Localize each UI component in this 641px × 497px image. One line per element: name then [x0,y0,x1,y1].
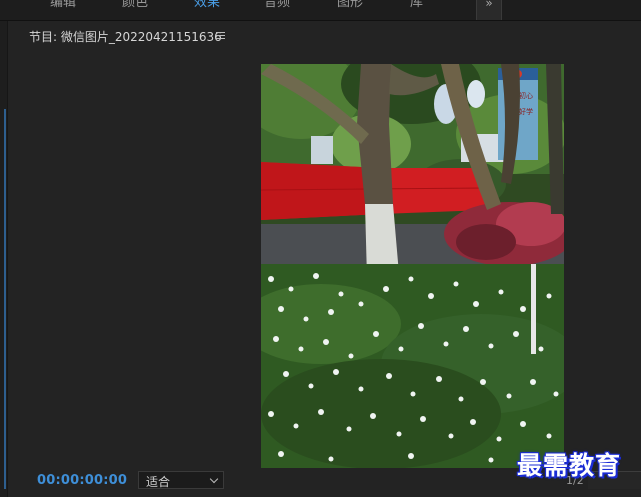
panel-menu-icon[interactable] [216,32,225,40]
panel-title[interactable]: 节目: 微信图片_20220421151636 [29,28,222,45]
workspace-tab-audio[interactable]: 音频 [264,0,290,10]
playhead-timecode[interactable]: 00:00:00:00 [37,473,127,488]
workspace-tab-libraries[interactable]: 库 [410,0,423,10]
program-monitor-panel: 节目: 微信图片_20220421151636 00:00:00:00 适合 1… [8,21,641,497]
workspace-tab-color[interactable]: 颜色 [122,0,148,10]
panel-header: 节目: 微信图片_20220421151636 [8,21,641,51]
program-viewer[interactable]: 不忘初心 敬需好学 [16,51,641,468]
premiere-window: 编辑 颜色 效果 音频 图形 库 » 节目: 微信图片_202204211516… [0,0,641,497]
chevron-down-icon [209,474,219,484]
video-frame: 不忘初心 敬需好学 [261,64,564,468]
workspace-overflow-button[interactable]: » [476,0,502,20]
zoom-fit-dropdown[interactable]: 适合 [138,471,224,489]
workspace-tab-graphics[interactable]: 图形 [337,0,363,10]
frame-photo: 不忘初心 敬需好学 [261,64,564,468]
workspace-tab-bar: 编辑 颜色 效果 音频 图形 库 » [0,0,641,21]
workspace-menu-icon[interactable] [234,0,244,8]
left-panel-edge [0,21,8,497]
workspace-tab-edit[interactable]: 编辑 [50,0,76,10]
zoom-fit-value: 适合 [146,475,171,489]
left-panel-scroll-accent [4,109,6,489]
watermark-logo: 最需教育 [517,451,622,480]
workspace-tab-effects[interactable]: 效果 [194,0,220,10]
